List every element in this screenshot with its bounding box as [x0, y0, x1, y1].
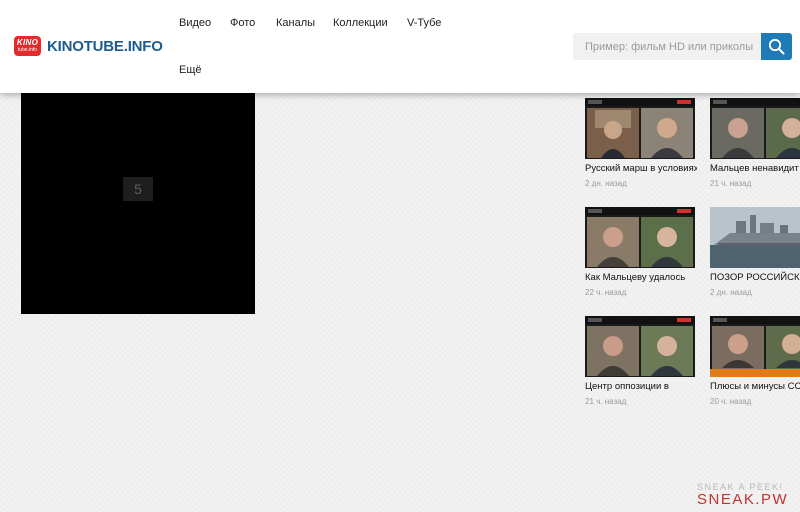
nav-item-vtube[interactable]: V-Тубе: [407, 17, 441, 29]
nav-item-more[interactable]: Ещё: [179, 64, 202, 76]
video-thumbnail[interactable]: [585, 207, 695, 268]
video-thumbnail[interactable]: [585, 316, 695, 377]
video-title[interactable]: Мальцев ненавидит: [710, 162, 800, 176]
nav-item-channels[interactable]: Каналы: [276, 17, 315, 29]
logo-badge-bottom: tube.info: [17, 47, 38, 53]
video-thumbnail[interactable]: [710, 98, 800, 159]
search-input[interactable]: [573, 33, 761, 60]
video-time: 20 ч. назад: [710, 397, 752, 406]
nav-item-collections[interactable]: Коллекции: [333, 17, 388, 29]
site-logo[interactable]: KINO tube.info KINOTUBE.INFO: [14, 36, 163, 56]
video-thumbnail[interactable]: [710, 207, 800, 268]
site-header: KINO tube.info KINOTUBE.INFO Видео Фото …: [0, 0, 800, 93]
logo-text: KINOTUBE.INFO: [47, 37, 163, 55]
video-player[interactable]: 5: [21, 93, 255, 314]
video-time: 22 ч. назад: [585, 288, 627, 297]
search-button[interactable]: [761, 33, 792, 60]
video-title[interactable]: ПОЗОР РОССИЙСК: [710, 271, 800, 285]
player-countdown: 5: [123, 177, 153, 201]
video-time: 21 ч. назад: [585, 397, 627, 406]
video-time: 2 дн. назад: [710, 288, 752, 297]
search-icon: [768, 38, 785, 55]
video-thumbnail[interactable]: [585, 98, 695, 159]
video-title[interactable]: Русский марш в условиях: [585, 162, 697, 176]
logo-badge-top: KINO: [16, 38, 39, 47]
search-bar: [573, 33, 792, 60]
video-title[interactable]: Центр оппозиции в: [585, 380, 697, 394]
watermark-brand: SNEAK.PW: [697, 491, 789, 508]
video-time: 2 дн. назад: [585, 179, 627, 188]
logo-badge: KINO tube.info: [14, 36, 41, 56]
video-thumbnail[interactable]: [710, 316, 800, 377]
nav-item-video[interactable]: Видео: [179, 17, 211, 29]
video-title[interactable]: Как Мальцеву удалось: [585, 271, 697, 285]
video-time: 21 ч. назад: [710, 179, 752, 188]
nav-item-photo[interactable]: Фото: [230, 17, 255, 29]
video-title[interactable]: Плюсы и минусы ССС: [710, 380, 800, 394]
